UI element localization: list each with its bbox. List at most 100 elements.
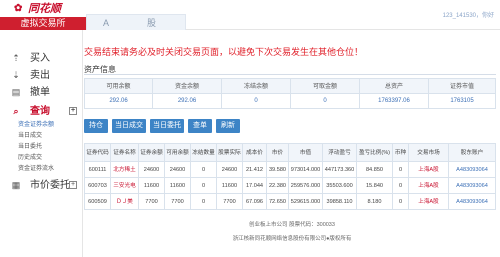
table-cell: 7700 (217, 194, 243, 209)
asset-section-title: 资产信息 (84, 64, 496, 75)
check-order-button[interactable]: 查单 (188, 119, 212, 133)
table-cell: 11600 (217, 178, 243, 193)
table-cell: 7700 (165, 194, 191, 209)
asset-value-cell: 0 (222, 94, 291, 108)
sidebar-item-label: 买入 (30, 53, 50, 64)
a-share-tab-letter: A (103, 18, 110, 28)
holdings-header-cell: 币种 (393, 144, 409, 161)
warning-message: 交易结束请务必及时关闭交易页面，以避免下次交易发生在其他仓位！ (84, 47, 364, 57)
footer-listing-info: 创业板上市公司 股票代码：300033 (249, 222, 335, 228)
logo-text: 同花顺 (28, 2, 61, 15)
today-deals-button[interactable]: 当日成交 (112, 119, 146, 133)
table-row[interactable]: 600111 北方稀土 24600 24600 0 24600 21.412 3… (84, 162, 496, 178)
stock-name-link[interactable]: ＤＪ美 (111, 194, 139, 209)
asset-header-cell: 资金余额 (153, 79, 222, 93)
holdings-header-cell: 股票实际 (217, 144, 243, 161)
table-cell: 17.044 (243, 178, 267, 193)
table-cell: 8.180 (357, 194, 393, 209)
holdings-table-header: 证券代码 证券名称 证券余额 可用余额 冻结数量 股票实际 成本价 市价 市值 … (84, 143, 496, 162)
sidebar-item-sell[interactable]: ⇣ 卖出 (0, 67, 83, 84)
sidebar-subitem-today-orders[interactable]: 当日委托 (18, 143, 42, 152)
sidebar-item-buy[interactable]: ⇡ 买入 (0, 50, 83, 67)
table-cell: 72.650 (267, 194, 289, 209)
sidebar-item-cancel-order[interactable]: ▤ 撤单 (0, 84, 83, 101)
table-row[interactable]: 600509 ＤＪ美 7700 7700 0 7700 67.096 72.65… (84, 194, 496, 210)
sidebar-subitem-balance[interactable]: 资金证券余额 (18, 121, 54, 130)
table-cell: 24600 (165, 162, 191, 177)
market-order-icon: ▦ (11, 180, 21, 190)
table-cell: 0 (393, 178, 409, 193)
a-share-tab[interactable]: A 股 (86, 14, 186, 30)
holdings-header-cell: 证券余额 (139, 144, 165, 161)
holdings-header-cell: 交易市场 (409, 144, 449, 161)
table-cell: 529615.000 (289, 194, 323, 209)
stock-code-cell: 600509 (85, 194, 111, 209)
holdings-header-cell: 证券名称 (111, 144, 139, 161)
table-cell: 11600 (139, 178, 165, 193)
holdings-header-cell: 股东账户 (460, 150, 484, 156)
table-cell: 0 (393, 194, 409, 209)
table-cell: 24600 (139, 162, 165, 177)
sidebar-item-label: 卖出 (30, 70, 50, 81)
sell-icon: ⇣ (12, 70, 20, 80)
table-cell: 11600 (165, 178, 191, 193)
footer-copyright: 浙江核新同花顺网络信息股份有限公司●版权所有 (232, 236, 352, 242)
stock-code-cell: 600703 (85, 178, 111, 193)
asset-header-cell: 可用余额 (85, 79, 153, 93)
table-cell: 35503.600 (323, 178, 357, 193)
sidebar-subitem-history-deals[interactable]: 历史成交 (18, 154, 42, 163)
asset-value-cell: 292.06 (85, 94, 153, 108)
asset-value-cell: 0 (291, 94, 360, 108)
holdings-header-cell: 市价 (267, 144, 289, 161)
table-row[interactable]: 600703 三安光电 11600 11600 0 11600 17.044 2… (84, 178, 496, 194)
table-cell: 22.380 (267, 178, 289, 193)
table-cell: 259576.000 (289, 178, 323, 193)
holdings-header-cell: 盈亏比例(%) (357, 144, 393, 161)
sidebar-subitem-fund-flow[interactable]: 资金证券流水 (18, 165, 54, 174)
logo-icon: ✿ (14, 3, 23, 14)
main-content: 交易结束请务必及时关闭交易页面，以避免下次交易发生在其他仓位！ 资产信息 可用余… (84, 30, 500, 257)
holdings-header-cell: 成本价 (243, 144, 267, 161)
sidebar-item-query[interactable]: ⌕ 查询 + (0, 103, 83, 120)
a-share-tab-word: 股 (147, 18, 157, 28)
asset-header-cell: 证券市值 (449, 84, 474, 90)
table-cell: 上海A股 (409, 178, 449, 193)
holdings-header-cell: 浮动盈亏 (323, 144, 357, 161)
top-bar: ✿ 同花顺 虚拟交易所 A 股 123_141530，你好 (0, 0, 500, 30)
virtual-exchange-tab[interactable]: 虚拟交易所 (0, 17, 86, 30)
asset-table-header: 可用余额 资金余额 冻结余额 可取金额 总资产 证券市值 (84, 78, 496, 94)
refresh-button[interactable]: 刷新 (216, 119, 240, 133)
asset-value-cell: 292.06 (153, 94, 222, 108)
table-cell: A483093064 (456, 167, 488, 173)
sidebar-subitem-today-deals[interactable]: 当日成交 (18, 132, 42, 141)
table-cell: 上海A股 (409, 162, 449, 177)
table-cell: 0 (191, 194, 217, 209)
sidebar-item-label: 查询 (30, 106, 50, 117)
sidebar-item-market-order[interactable]: ▦ 市价委托 + (0, 177, 83, 194)
table-cell: 上海A股 (409, 194, 449, 209)
user-greeting[interactable]: 123_141530，你好 (443, 10, 494, 19)
expand-icon[interactable]: + (69, 107, 77, 115)
sidebar-item-label: 撤单 (30, 87, 50, 98)
holdings-button[interactable]: 持仓 (84, 119, 108, 133)
table-cell: 84.850 (357, 162, 393, 177)
stock-name-link[interactable]: 北方稀土 (111, 162, 139, 177)
stock-name-link[interactable]: 三安光电 (111, 178, 139, 193)
asset-value-cell: 1763105 (450, 98, 474, 104)
stock-code-cell: 600111 (85, 162, 111, 177)
asset-table-row: 292.06 292.06 0 0 1763397.06 1763105 (84, 94, 496, 109)
table-cell: 67.096 (243, 194, 267, 209)
today-orders-button[interactable]: 当日委托 (150, 119, 184, 133)
table-cell: A483093064 (456, 199, 488, 205)
table-cell: 973014.000 (289, 162, 323, 177)
holdings-header-cell: 市值 (289, 144, 323, 161)
table-cell: 24600 (217, 162, 243, 177)
table-cell: 447173.360 (323, 162, 357, 177)
table-cell: 15.840 (357, 178, 393, 193)
sidebar-item-label: 市价委托 (30, 180, 70, 191)
sidebar: ⇡ 买入 ⇣ 卖出 ▤ 撤单 ⌕ 查询 + 资金证券余额 当日成交 当日委托 历… (0, 30, 83, 257)
holdings-header-cell: 冻结数量 (191, 144, 217, 161)
holdings-header-cell: 可用余额 (165, 144, 191, 161)
expand-icon[interactable]: + (69, 181, 77, 189)
asset-value-cell: 1763397.06 (360, 94, 429, 108)
